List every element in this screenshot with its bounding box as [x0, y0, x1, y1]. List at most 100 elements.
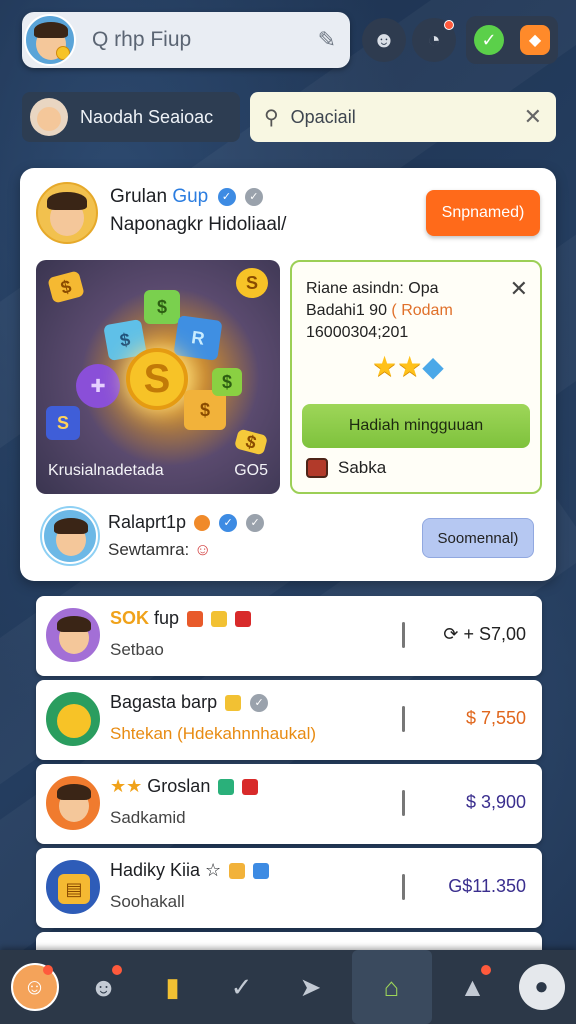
top-bar: Q rhp Fiup ✎ ☻ ◔ ✓ ◆ — [22, 12, 558, 70]
featured-action-button[interactable]: Snpnamed) — [426, 190, 540, 236]
featured-avatar[interactable] — [36, 182, 98, 244]
clear-icon[interactable]: ✕ — [524, 104, 542, 130]
shield-icon — [253, 863, 270, 880]
bottom-nav: ☺ ☻ ▮ ✓ ➤ ⌂ ▲ ● — [0, 950, 576, 1024]
list-name: ★★ Groslan — [110, 776, 259, 797]
featured-footer: Ralaprt1p ✓ ✓ Sewtamra: ☺ Soomennal) — [34, 504, 542, 570]
cube-icon — [229, 863, 246, 880]
footer-action-button[interactable]: Soomennal) — [422, 518, 534, 558]
list-name: Hadiky Kiia ☆ — [110, 860, 270, 881]
profile-chip[interactable]: Naodah Seaioac — [22, 92, 240, 142]
user-avatar[interactable] — [24, 14, 76, 66]
diamond-icon: ◆ — [422, 351, 444, 382]
footer-sub-text: Sewtamra: — [108, 540, 190, 559]
list-item[interactable]: SOK fup Setbao ⟳ + S7,00 — [36, 596, 542, 676]
list-sub: Sadkamid — [110, 808, 186, 827]
list-name-text: Bagasta barp — [110, 692, 218, 712]
coins-icon: ▮ — [165, 971, 180, 1002]
tile-icon: $ — [144, 290, 180, 324]
list-name-text: Groslan — [147, 776, 211, 796]
featured-title: Grulan Gup ✓ ✓ — [110, 186, 263, 208]
list-sub: Shtekan (Hdekahnnhaukal) — [110, 724, 317, 743]
list-avatar — [44, 606, 102, 664]
featured-header: Grulan Gup ✓ ✓ Naponagkr Hidoliaal/ Snpn… — [36, 182, 540, 248]
check-icon: ✓ — [230, 971, 253, 1002]
list-item[interactable]: Bagasta barp ✓ Shtekan (Hdekahnnhaukal) … — [36, 680, 542, 760]
game-artwork[interactable]: $ $ $ R ✚ S $ $ S S $ Krusialnadetada GO… — [36, 260, 280, 494]
close-icon[interactable]: ✕ — [510, 276, 528, 302]
nav-coins[interactable]: ▮ — [145, 959, 201, 1015]
search-field[interactable]: ⚲ Opaciail ✕ — [250, 92, 556, 142]
coin-icon — [225, 695, 242, 712]
top-search-bar[interactable]: Q rhp Fiup ✎ — [22, 12, 350, 68]
tile-icon: $ — [212, 368, 242, 396]
shop-icon[interactable]: ◆ — [520, 25, 550, 55]
star-icon: ★ — [397, 351, 423, 382]
divider — [402, 874, 405, 900]
home-icon: ⌂ — [383, 971, 400, 1002]
footer-sub: Sewtamra: ☺ — [108, 540, 211, 560]
nav-profile[interactable]: ☺ — [7, 959, 63, 1015]
list-sub: Soohakall — [110, 892, 185, 911]
notification-button[interactable]: ◔ — [412, 18, 456, 62]
profile-name: Naodah Seaioac — [80, 106, 214, 127]
artwork-caption: Krusialnadetada — [48, 462, 164, 479]
featured-title-accent: Gup — [172, 186, 209, 207]
search-placeholder: Opaciail — [290, 106, 356, 127]
info-icon: ✓ — [250, 694, 269, 713]
info-icon: ✓ — [244, 187, 263, 206]
reward-line-1: Riane asindn: Opa — [306, 280, 439, 297]
list-name: SOK fup — [110, 608, 252, 629]
list-name-prefix: SOK — [110, 608, 150, 628]
face-icon-button[interactable]: ☻ — [362, 18, 406, 62]
list-price: ⟳ + S7,00 — [443, 624, 526, 644]
gift-icon — [187, 611, 204, 628]
reward-line-2b: ( Rodam — [391, 302, 453, 319]
emoji-icon: ☺ — [193, 540, 212, 559]
reward-line-2: Badahi1 90 ( Rodam — [306, 302, 453, 320]
list-price: $ 3,900 — [465, 792, 526, 812]
reward-line-3: 16000304;201 — [306, 324, 409, 341]
list-item[interactable]: ▤ Hadiky Kiia ☆ Soohakall G$11.350 — [36, 848, 542, 928]
notification-dot — [480, 965, 491, 975]
wrench-icon[interactable]: ✎ — [318, 27, 336, 53]
user-icon: ● — [518, 964, 565, 1010]
coin-icon — [211, 611, 228, 628]
bell-icon: ▲ — [459, 971, 486, 1002]
nav-friends[interactable]: ☻ — [76, 959, 132, 1015]
send-icon: ➤ — [299, 971, 322, 1002]
tile-icon: R — [173, 315, 223, 361]
nav-home[interactable]: ⌂ — [351, 950, 432, 1024]
footer-avatar[interactable] — [42, 508, 98, 564]
claim-reward-button[interactable]: Hadiah mingguuan — [302, 404, 530, 448]
list-name-text: Hadiky Kiia ☆ — [110, 860, 222, 880]
chest-label: Sabka — [338, 458, 387, 477]
divider — [402, 706, 405, 732]
featured-subtitle: Naponagkr Hidoliaal/ — [110, 214, 287, 235]
notification-dot — [42, 965, 53, 975]
list-sub: Setbao — [110, 640, 164, 659]
tile-icon: $ — [233, 428, 269, 456]
rating-stars: ★★◆ — [372, 350, 444, 383]
top-search-text: Q rhp Fiup — [92, 28, 192, 51]
nav-send[interactable]: ➤ — [283, 959, 339, 1015]
people-icon: ☻ — [89, 971, 118, 1002]
gem-icon — [218, 779, 235, 796]
footer-name: Ralaprt1p ✓ ✓ — [108, 512, 265, 533]
chat-icon[interactable]: ✓ — [474, 25, 504, 55]
nav-alerts[interactable]: ▲ — [445, 959, 501, 1015]
info-icon: ✓ — [246, 514, 265, 533]
tile-icon: $ — [184, 390, 226, 430]
list-avatar: ▤ — [44, 858, 102, 916]
list-avatar — [44, 690, 102, 748]
fire-icon — [194, 515, 211, 532]
gift-icon — [235, 611, 252, 628]
nav-tasks[interactable]: ✓ — [214, 959, 270, 1015]
secondary-bar: Naodah Seaioac ⚲ Opaciail ✕ — [22, 92, 556, 142]
list-name-text: fup — [154, 608, 180, 628]
list-item[interactable]: ★★ Groslan Sadkamid $ 3,900 — [36, 764, 542, 844]
tile-icon: S — [236, 268, 268, 298]
nav-account[interactable]: ● — [514, 959, 570, 1015]
featured-title-text: Grulan — [110, 186, 168, 207]
list-price: G$11.350 — [448, 876, 526, 896]
